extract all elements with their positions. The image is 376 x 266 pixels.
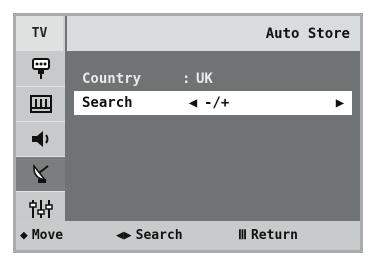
menu-header: TV Auto Store [16,16,360,51]
search-left-arrow-icon[interactable]: ◀ [182,95,204,111]
left-right-arrows-icon: ◀▶ [116,228,132,243]
tv-tab: TV [16,16,65,51]
sidebar-item-channel[interactable] [16,157,65,192]
menu-content: Country : UK Search ◀ -/+ ▶ [67,51,360,227]
picture-icon [29,95,52,113]
menu-return-icon: Ⅲ [238,228,247,243]
search-value: -/+ [204,95,230,111]
search-label: Search [82,95,133,111]
search-right-arrow-icon[interactable]: ▶ [328,95,352,111]
sidebar-item-sound[interactable] [16,122,65,157]
search-hint: ◀▶ Search [116,228,238,243]
menu-sidebar [16,51,65,227]
country-value: UK [196,71,213,87]
move-label: Move [31,228,64,243]
return-label: Return [250,228,298,243]
channel-icon [32,164,49,183]
input-icon [31,58,50,79]
sidebar-item-picture[interactable] [16,87,65,122]
sound-icon [31,131,48,147]
country-separator: : [182,71,191,87]
menu-title-bar: Auto Store [67,16,360,51]
setup-icon [28,200,53,218]
return-hint: Ⅲ Return [238,228,298,243]
osd-menu-window: TV Auto Store Country: UK Search ◀ -/+ … [13,13,363,253]
menu-title: Auto Store [265,25,350,42]
move-hint: ◆ Move [20,228,116,243]
country-row[interactable]: Country : UK [74,67,352,91]
move-icon: ◆ [20,228,28,243]
search-row[interactable]: Search ◀ -/+ ▶ [74,91,352,115]
tv-tab-label: TV [31,26,48,41]
sidebar-item-input[interactable] [16,52,65,87]
menu-footer: ◆ Move ◀▶ Search Ⅲ Return [16,221,360,250]
search-hint-label: Search [135,228,183,243]
country-label: Country [82,71,142,87]
